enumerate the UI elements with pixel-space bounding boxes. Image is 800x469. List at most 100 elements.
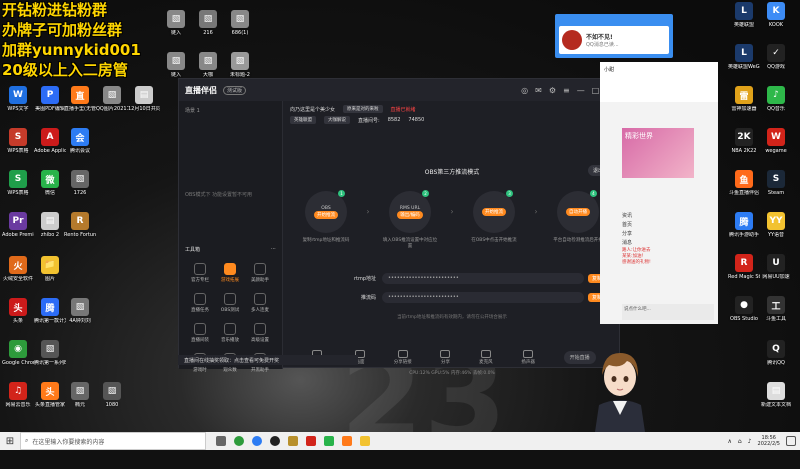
step-button[interactable]: 开始推流 bbox=[314, 210, 338, 219]
bottom-tool[interactable]: 分享链接 bbox=[394, 349, 412, 365]
avatar-icon[interactable]: ◎ bbox=[521, 86, 528, 95]
desktop-icon[interactable]: 微微信 bbox=[34, 170, 66, 196]
chat-input[interactable]: 说点什么吧... bbox=[622, 304, 714, 320]
step-button[interactable]: 输出/编码 bbox=[397, 210, 423, 219]
wechat-icon[interactable] bbox=[324, 436, 334, 446]
menu-icon[interactable]: ≡ bbox=[563, 86, 570, 95]
desktop-icon[interactable]: 头头条 bbox=[2, 298, 34, 324]
desktop-icon[interactable]: ▧ QQ图片20211207... bbox=[96, 86, 128, 112]
rtmp-field[interactable]: •••••••••••••••••••••••• bbox=[382, 273, 584, 284]
chat-link[interactable]: 首页 bbox=[622, 221, 632, 230]
desktop-icon[interactable]: 火火绒安全软件 bbox=[2, 256, 34, 282]
desktop-icon[interactable]: ▤ 12月10日共同... bbox=[128, 86, 160, 112]
chat-ad-banner[interactable]: 精彩世界 bbox=[622, 128, 694, 178]
category-tag[interactable]: 英雄联盟 bbox=[290, 116, 316, 124]
tool-item[interactable]: 多人连麦 bbox=[245, 293, 275, 313]
settings-icon[interactable]: ⚙ bbox=[549, 86, 556, 95]
desktop-icon[interactable]: ▧ 216 bbox=[192, 10, 224, 36]
desktop-icon[interactable]: ▧ 大咖 bbox=[192, 52, 224, 78]
tool-item[interactable]: 音乐播放 bbox=[215, 323, 245, 343]
desktop-icon[interactable]: ▧ 链入 bbox=[160, 52, 192, 78]
desktop-icon[interactable]: 2K NBA 2K22 bbox=[728, 128, 760, 154]
step-button[interactable]: 开始推流 bbox=[481, 208, 506, 216]
desktop-icon[interactable]: ◉ Google Chrome bbox=[2, 340, 34, 366]
qq-popup[interactable]: 不如不见! QQ消息已读... bbox=[555, 14, 673, 58]
taskbar-search[interactable]: ⌕ 在这里输入你要搜索的内容 bbox=[20, 432, 206, 450]
desktop-icon[interactable]: W WPS文字 bbox=[2, 86, 34, 112]
tool-item[interactable]: 游戏拓展 bbox=[215, 263, 245, 283]
desktop-icon[interactable]: ▧ 腾讯第一系列BGM bbox=[34, 340, 66, 366]
desktop-icon[interactable]: 鱼斗鱼直播伴侣 bbox=[728, 170, 760, 196]
room-title[interactable]: 向乃这里是个美少女 bbox=[290, 106, 335, 113]
maximize-icon[interactable]: □ bbox=[592, 86, 600, 95]
desktop-icon[interactable]: L 英雄联盟WeGame版 bbox=[728, 44, 760, 70]
bottom-tool[interactable]: 扬声器 bbox=[521, 349, 535, 365]
desktop-icon[interactable]: Wwegame bbox=[760, 128, 792, 154]
desktop-icon[interactable]: K KOOK bbox=[760, 2, 792, 28]
bottom-tool[interactable]: 分享 bbox=[440, 349, 451, 365]
desktop-icon[interactable]: 腾腾讯手游助手 bbox=[728, 212, 760, 238]
desktop-icon[interactable]: ▧ 686(1) bbox=[224, 10, 256, 36]
desktop-icon[interactable]: 直直播手里(无管理... bbox=[64, 86, 96, 112]
tool-item[interactable]: 高级设置 bbox=[245, 323, 275, 343]
notice-bar[interactable]: 直播间在线抽奖领取：点击查看可免费开奖 bbox=[178, 355, 358, 365]
live-companion-icon[interactable] bbox=[342, 436, 352, 446]
step-button[interactable]: 自动开播 bbox=[565, 208, 590, 216]
desktop-icon[interactable]: ▧ 椭元 bbox=[64, 382, 96, 408]
desktop-icon[interactable]: ● OBS Studio bbox=[728, 296, 760, 322]
tool-item[interactable]: 直播间装 bbox=[185, 323, 215, 343]
clock[interactable]: 18:56 2022/2/5 bbox=[758, 435, 780, 447]
desktop-icon[interactable]: R Rento Fortune... bbox=[64, 212, 96, 238]
chat-link[interactable]: 分享 bbox=[622, 230, 632, 239]
tray-up-icon[interactable]: ∧ bbox=[727, 438, 731, 445]
desktop-icon[interactable]: ♫ 网易云音乐 bbox=[2, 382, 34, 408]
tool-item[interactable]: OBS测试 bbox=[215, 293, 245, 313]
folder-icon[interactable] bbox=[360, 436, 370, 446]
chrome-icon[interactable] bbox=[234, 436, 244, 446]
desktop-icon[interactable]: S WPS表格 bbox=[2, 170, 34, 196]
desktop-icon[interactable]: Pr Adobe Premier... bbox=[2, 212, 34, 238]
network-icon[interactable]: ⌂ bbox=[738, 438, 742, 445]
desktop-icon[interactable]: ▧ 1726 bbox=[64, 170, 96, 196]
toolbox-more-icon[interactable]: ⋯ bbox=[271, 246, 276, 253]
desktop-icon[interactable]: 📁 图片 bbox=[34, 256, 66, 282]
chat-link[interactable]: 消息 bbox=[622, 239, 632, 248]
bottom-tool[interactable]: 麦克风 bbox=[479, 349, 493, 365]
scene-tab[interactable]: 场景 1 bbox=[179, 101, 282, 120]
edge-icon[interactable] bbox=[252, 436, 262, 446]
desktop-icon[interactable]: 工斗鱼工具 bbox=[760, 296, 792, 322]
league-icon[interactable] bbox=[288, 436, 298, 446]
desktop-icon[interactable]: ▧ 4A钟刘刘 bbox=[64, 298, 96, 324]
desktop-icon[interactable]: A Adobe Applicati... bbox=[34, 128, 66, 154]
desktop-icon[interactable]: ▧ 1080 bbox=[96, 382, 128, 408]
notification-icon[interactable] bbox=[786, 436, 796, 446]
tool-item[interactable]: 直播任务 bbox=[185, 293, 215, 313]
desktop-icon[interactable]: S Steam bbox=[760, 170, 792, 196]
volume-icon[interactable]: ♪ bbox=[748, 438, 752, 445]
desktop-icon[interactable]: ▤ 新建文本文档 bbox=[760, 382, 792, 408]
desktop-icon[interactable]: ▧ 链入 bbox=[160, 10, 192, 36]
task-view-icon[interactable] bbox=[216, 436, 226, 446]
desktop-icon[interactable]: Q 腾讯QQ bbox=[760, 340, 792, 366]
windows-start-icon[interactable]: ⊞ bbox=[0, 432, 20, 450]
obs-icon[interactable] bbox=[270, 436, 280, 446]
desktop-icon[interactable]: R Red Magic Studio bbox=[728, 254, 760, 280]
desktop-icon[interactable]: 会腾讯会议 bbox=[64, 128, 96, 154]
chat-link[interactable]: 资讯 bbox=[622, 212, 632, 221]
desktop-icon[interactable]: ▧ 未标题-2 bbox=[224, 52, 256, 78]
desktop-icon[interactable]: 雷雷神加速器 bbox=[728, 86, 760, 112]
tool-item[interactable]: 官方专栏 bbox=[185, 263, 215, 283]
desktop-icon[interactable]: S WPS表格 bbox=[2, 128, 34, 154]
message-icon[interactable]: ✉ bbox=[535, 86, 542, 95]
desktop-icon[interactable]: 腾腾讯第一款计文本件 bbox=[34, 298, 66, 324]
desktop-icon[interactable]: 头头条直播管家 bbox=[34, 382, 66, 408]
wegame-icon[interactable] bbox=[306, 436, 316, 446]
desktop-icon[interactable]: ▤ zhibo 2 bbox=[34, 212, 66, 238]
subcategory-tag[interactable]: 大咖解说 bbox=[324, 116, 350, 124]
tool-item[interactable]: 美颜助手 bbox=[245, 263, 275, 283]
minimize-icon[interactable]: — bbox=[577, 86, 585, 95]
desktop-icon[interactable]: L 英雄联盟 bbox=[728, 2, 760, 28]
desktop-icon[interactable]: P 美图PDF编辑 bbox=[34, 86, 66, 112]
desktop-icon[interactable]: U 网易UU加速 bbox=[760, 254, 792, 280]
desktop-icon[interactable]: ♪ QQ音乐 bbox=[760, 86, 792, 112]
